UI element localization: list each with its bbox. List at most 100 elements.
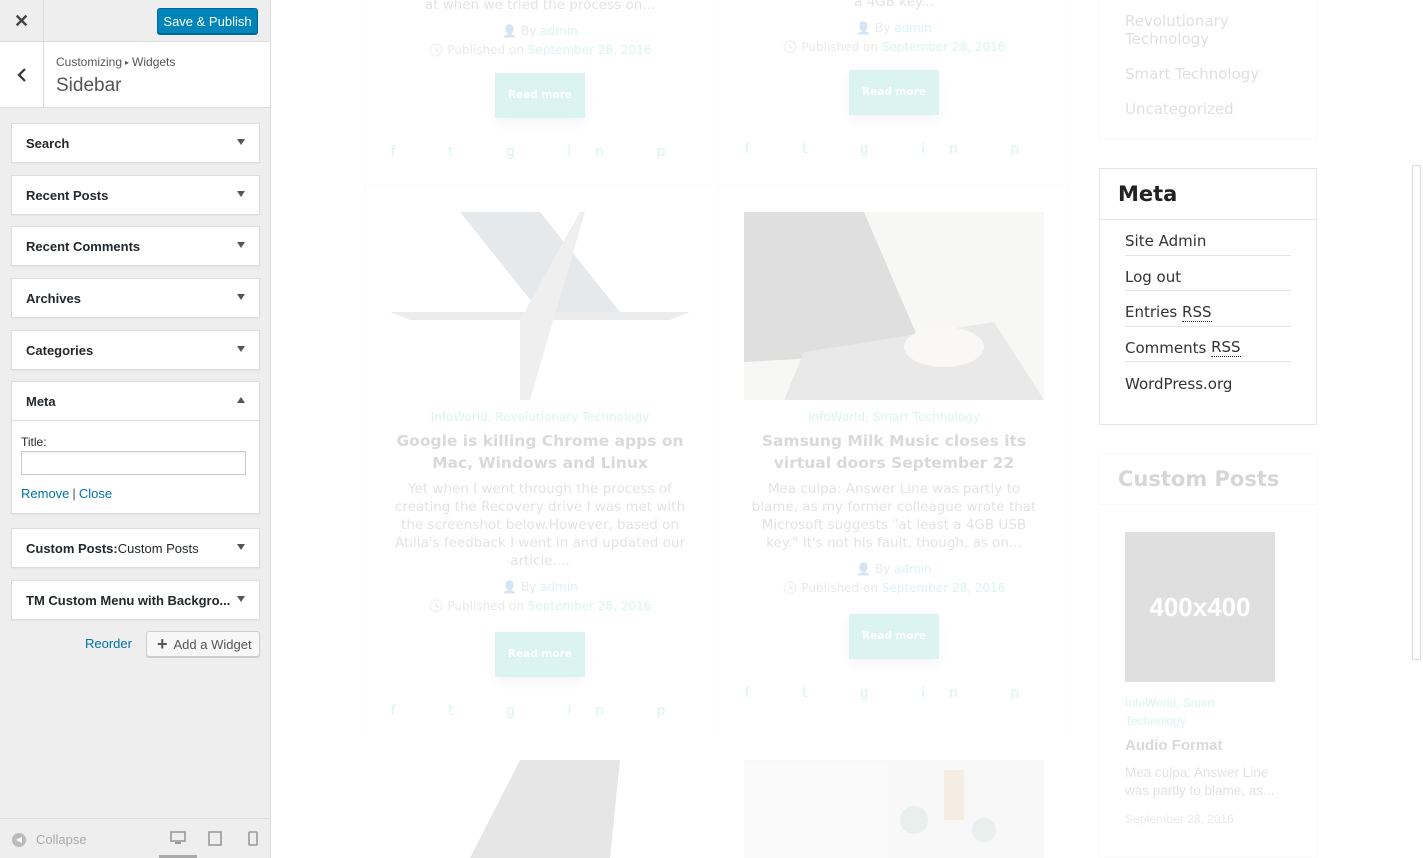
custom-post-date: September 28, 2016 [1125, 812, 1234, 826]
close-customizer-button[interactable]: ✕ [0, 0, 44, 42]
reorder-link[interactable]: Reorder [85, 636, 132, 651]
widget-title-suffix: Custom Posts [117, 540, 199, 556]
plus-icon: + [157, 634, 168, 654]
post-categories[interactable]: InfoWorld, Revolutionary Technology [390, 410, 690, 424]
row-divider [364, 186, 1069, 187]
post-card-top-2: a 4GB key... 👤 By admin 🕓 Published on S… [744, 0, 1044, 157]
add-widget-label: Add a Widget [173, 636, 252, 652]
arrow-down-icon[interactable] [237, 294, 245, 300]
post-author-link[interactable]: admin [894, 21, 932, 35]
post-date-prefix: Published on [447, 43, 524, 57]
social-share-icons: f t g in p [744, 685, 1044, 701]
rss-abbr: RSS [1182, 302, 1212, 322]
arrow-down-icon[interactable] [237, 191, 245, 197]
mobile-preview-icon[interactable] [248, 831, 258, 846]
meta-link-label: Log out [1125, 267, 1182, 286]
custom-post-categories[interactable]: InfoWorld, Smart Technology [1125, 694, 1245, 730]
read-more-button[interactable]: Read more [495, 632, 585, 677]
category-link[interactable]: Uncategorized [1125, 100, 1234, 118]
back-button[interactable] [0, 42, 44, 108]
collapse-button[interactable]: ◀ Collapse [12, 832, 87, 847]
post-excerpt: a 4GB key... [854, 0, 934, 10]
user-icon: 👤 [502, 24, 518, 38]
add-widget-button[interactable]: + Add a Widget [146, 631, 260, 657]
widget-header[interactable]: Custom Posts: Custom Posts [12, 529, 259, 567]
breadcrumb-separator-icon: ▸ [125, 58, 130, 67]
widget-archives[interactable]: Archives [11, 278, 260, 318]
meta-link-entries-rss[interactable]: Entries RSS [1125, 291, 1291, 327]
customizer-header: ✕ Save & Publish [0, 0, 270, 42]
post-date-link[interactable]: September 28, 2016 [882, 581, 1006, 595]
arrow-down-icon[interactable] [237, 544, 245, 550]
post-image-bottom-2[interactable] [744, 760, 1044, 858]
clock-icon: 🕓 [428, 43, 444, 57]
widget-header[interactable]: Recent Comments [12, 227, 259, 265]
category-link[interactable]: Revolutionary Technology [1125, 12, 1235, 48]
post-title[interactable]: Google is killing Chrome apps on Mac, Wi… [390, 430, 690, 474]
read-more-button[interactable]: Read more [849, 70, 939, 115]
meta-link-label: WordPress.org [1125, 374, 1233, 393]
column-divider [1069, 0, 1070, 740]
widget-recent-comments[interactable]: Recent Comments [11, 226, 260, 266]
widget-header[interactable]: Archives [12, 279, 259, 317]
custom-post-title[interactable]: Audio Format [1125, 737, 1223, 754]
post-date-link[interactable]: September 28, 2016 [528, 43, 652, 57]
meta-link-site-admin[interactable]: Site Admin [1125, 220, 1291, 256]
rss-abbr: RSS [1211, 338, 1241, 358]
post-image-typing[interactable] [744, 212, 1044, 400]
post-meta: 👤 By admin 🕓 Published on September 28, … [390, 22, 690, 60]
remove-link[interactable]: Remove [21, 486, 69, 501]
widget-header[interactable]: Search [12, 124, 259, 162]
post-excerpt: Yet when I went through the process of c… [394, 481, 686, 569]
preview-scrollbar[interactable] [1409, 0, 1423, 858]
post-excerpt: at when we tried the process on... [424, 0, 656, 13]
widget-header[interactable]: TM Custom Menu with Backgro... [12, 581, 259, 619]
save-publish-button[interactable]: Save & Publish [157, 8, 258, 34]
user-icon: 👤 [502, 580, 518, 594]
meta-link-comments-rss[interactable]: Comments RSS [1125, 327, 1291, 362]
meta-link-log-out[interactable]: Log out [1125, 256, 1291, 291]
post-author-link[interactable]: admin [540, 24, 578, 38]
post-categories[interactable]: InfoWorld, Smart Technology [744, 410, 1044, 424]
post-date-link[interactable]: September 28, 2016 [528, 599, 652, 613]
widget-meta[interactable]: Meta Title: Remove | Close [11, 381, 260, 514]
widget-categories[interactable]: Categories [11, 330, 260, 370]
desktop-preview-icon[interactable] [170, 831, 186, 845]
placeholder-image[interactable]: 400x400 [1125, 532, 1275, 682]
meta-link-wordpress-org[interactable]: WordPress.org [1125, 362, 1291, 398]
widget-recent-posts[interactable]: Recent Posts [11, 175, 260, 215]
widget-header[interactable]: Recent Posts [12, 176, 259, 214]
widget-tm-custom-menu[interactable]: TM Custom Menu with Backgro... [11, 580, 260, 620]
widget-search[interactable]: Search [11, 123, 260, 163]
category-link[interactable]: Smart Technology [1125, 65, 1259, 83]
title-input[interactable] [21, 451, 246, 475]
scrollbar-thumb[interactable] [1412, 165, 1421, 660]
arrow-up-icon[interactable] [237, 397, 245, 403]
post-author-link[interactable]: admin [894, 562, 932, 576]
breadcrumb-item: Widgets [132, 55, 176, 69]
post-author-link[interactable]: admin [540, 580, 578, 594]
meta-widget-highlight: Meta Site Admin Log out Entries RSS Comm… [1099, 168, 1317, 425]
widget-title: Recent Posts [26, 187, 109, 203]
arrow-down-icon[interactable] [237, 139, 245, 145]
arrow-down-icon[interactable] [237, 346, 245, 352]
post-date-link[interactable]: September 28, 2016 [882, 40, 1006, 54]
widget-header[interactable]: Categories [12, 331, 259, 369]
widget-title: Archives [26, 290, 81, 306]
action-separator: | [72, 486, 76, 501]
post-card: InfoWorld, Revolutionary Technology Goog… [390, 212, 690, 719]
arrow-down-icon[interactable] [237, 596, 245, 602]
widget-title: Search [26, 135, 70, 151]
close-link[interactable]: Close [79, 486, 112, 501]
read-more-button[interactable]: Read more [495, 73, 585, 118]
post-image-laptop[interactable] [390, 212, 690, 400]
post-title[interactable]: Samsung Milk Music closes its virtual do… [744, 430, 1044, 474]
widget-header[interactable]: Meta [12, 382, 259, 420]
widget-custom-posts[interactable]: Custom Posts: Custom Posts [11, 528, 260, 568]
post-date-prefix: Published on [447, 599, 524, 613]
read-more-button[interactable]: Read more [849, 614, 939, 659]
tablet-preview-icon[interactable] [208, 831, 222, 846]
post-image-bottom-1[interactable] [390, 760, 690, 858]
arrow-down-icon[interactable] [237, 242, 245, 248]
post-excerpt: Mea culpa: Answer Line was partly to bla… [751, 481, 1037, 551]
